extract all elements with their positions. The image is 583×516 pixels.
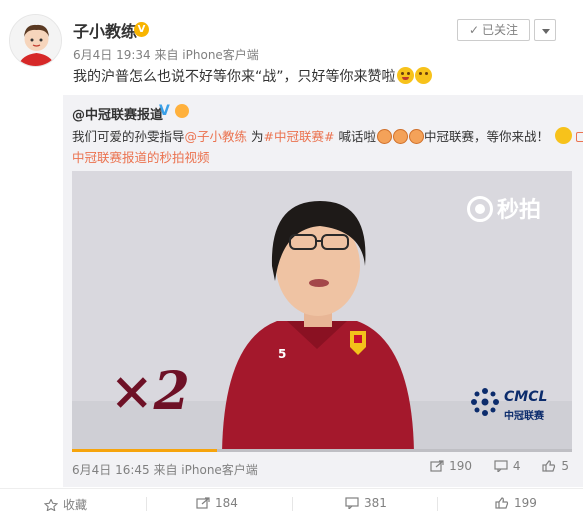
jersey-number: 5 <box>278 347 287 361</box>
repost-count: 190 <box>449 459 473 473</box>
check-icon: ✓ <box>468 23 480 37</box>
verified-icon: V <box>134 22 149 37</box>
smile-emoji-icon <box>554 127 572 144</box>
weibo-card: 子小教练 V 6月4日 19:34 来自 iPhone客户端 ✓ 已关注 我的沪普… <box>0 0 583 516</box>
share-icon <box>430 460 444 472</box>
badge-icon <box>175 104 189 118</box>
video-progress-bar[interactable] <box>72 449 572 452</box>
video-progress-fill <box>72 449 217 452</box>
author-name[interactable]: 子小教练 <box>73 18 137 42</box>
repost-text-part: 中冠联赛，等你来战！ <box>423 129 549 144</box>
cmcl-text: CMCL <box>504 389 548 405</box>
repost-comment-button[interactable]: 4 <box>494 459 521 473</box>
repost-button[interactable]: 184 <box>196 496 238 510</box>
repost-actions: 190 4 5 <box>412 459 569 473</box>
divider <box>292 497 293 511</box>
favorite-label: 收藏 <box>63 498 88 512</box>
post-meta: 6月4日 19:34 来自 iPhone客户端 <box>73 48 259 62</box>
comment-icon <box>345 497 359 509</box>
repost-share-button[interactable]: 190 <box>430 459 472 473</box>
miaopai-watermark: 秒拍 <box>467 192 541 224</box>
post-text-content: 我的沪普怎么也说不好等你来“战”，只好等你来赞啦 <box>73 69 396 85</box>
mention-link[interactable]: @子小教练 <box>185 129 248 144</box>
repost-text-part: 为 <box>247 129 264 144</box>
divider <box>146 497 147 511</box>
clap-emoji-icon <box>408 129 424 144</box>
more-options-button[interactable] <box>534 19 556 41</box>
repost-text-part: 我们可爱的孙雯指导 <box>72 129 185 144</box>
repost-text-part: 喊话啦 <box>334 129 376 144</box>
favorite-button[interactable]: 收藏 <box>44 496 87 513</box>
video-player[interactable]: 5 秒拍 ×2 CMCL 中冠联赛 <box>72 171 572 452</box>
chevron-down-icon <box>542 29 550 34</box>
comment-count: 4 <box>512 459 521 473</box>
video-icon <box>575 132 583 142</box>
follow-button[interactable]: ✓ 已关注 <box>457 19 530 41</box>
star-icon <box>44 499 58 511</box>
tongue-emoji-icon <box>396 67 414 84</box>
video-overlay-text: ×2 <box>110 361 190 422</box>
avatar[interactable] <box>9 14 62 67</box>
repost-text: 我们可爱的孙雯指导@子小教练 为#中冠联赛# 喊话啦 中冠联赛，等你来战！ <box>72 126 583 145</box>
clap-emoji-icon <box>392 129 408 144</box>
like-count: 199 <box>514 496 537 510</box>
comment-count: 381 <box>364 496 387 510</box>
watermark-text: 秒拍 <box>497 198 542 223</box>
topic-link[interactable]: #中冠联赛# <box>264 129 335 144</box>
grin-emoji-icon <box>414 67 432 84</box>
verified-icon: V <box>159 103 170 119</box>
thumbs-up-icon <box>495 497 509 509</box>
repost-count: 184 <box>215 496 238 510</box>
divider <box>437 497 438 511</box>
comment-button[interactable]: 381 <box>345 496 387 510</box>
like-count: 5 <box>561 459 569 473</box>
repost-author[interactable]: @中冠联赛报道 <box>72 104 163 123</box>
post-text: 我的沪普怎么也说不好等你来“战”，只好等你来赞啦 <box>73 66 432 86</box>
like-button[interactable]: 199 <box>495 496 537 510</box>
comment-icon <box>494 460 508 472</box>
repost-meta: 6月4日 16:45 来自 iPhone客户端 <box>72 463 258 477</box>
thumbs-up-icon <box>542 460 556 472</box>
miaopai-logo-icon <box>467 196 493 222</box>
cmcl-logo: CMCL 中冠联赛 <box>470 387 560 427</box>
share-icon <box>196 497 210 509</box>
repost-like-button[interactable]: 5 <box>542 459 569 473</box>
action-bar: 收藏 184 381 199 <box>0 488 583 516</box>
video-link[interactable]: 中冠联赛报道的秒拍视频 <box>72 147 210 166</box>
follow-label: 已关注 <box>482 23 519 37</box>
cmcl-subtext: 中冠联赛 <box>504 411 544 422</box>
repost-box: @中冠联赛报道 V 我们可爱的孙雯指导@子小教练 为#中冠联赛# 喊话啦 中冠联赛… <box>63 95 583 487</box>
clap-emoji-icon <box>376 129 392 144</box>
cmcl-logo-icon <box>471 388 499 416</box>
